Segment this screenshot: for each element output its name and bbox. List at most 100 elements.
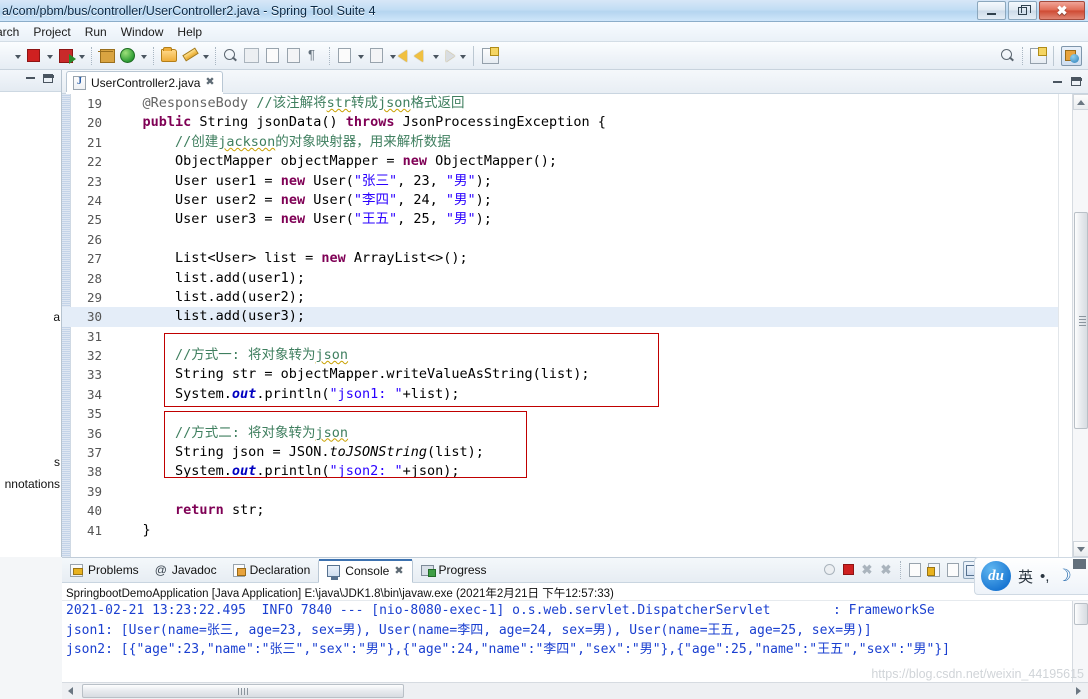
baidu-ime-bar[interactable]: du 英 •, ☽: [974, 557, 1088, 595]
tab-console[interactable]: Console ✖: [318, 559, 413, 583]
menu-item-run[interactable]: Run: [78, 23, 114, 41]
minimize-editor-icon[interactable]: [1053, 81, 1062, 83]
remove-all-launches-icon[interactable]: ✖: [877, 561, 895, 579]
editor-tab-usercontroller2[interactable]: UserController2.java ✖: [66, 71, 223, 94]
menu-item-project[interactable]: Project: [26, 23, 77, 41]
code-line[interactable]: 31: [62, 327, 1088, 346]
remove-launch-icon[interactable]: ✖: [858, 561, 876, 579]
code-line[interactable]: 39: [62, 482, 1088, 501]
maximize-editor-icon[interactable]: [1071, 77, 1082, 86]
stop-icon[interactable]: [25, 47, 42, 64]
chevron-down-icon[interactable]: [201, 48, 210, 64]
document-icon[interactable]: [285, 47, 302, 64]
word-wrap-icon[interactable]: [944, 561, 962, 579]
code-editor[interactable]: 19 @ResponseBody //该注解将str转成json格式返回 20 p…: [62, 94, 1088, 557]
code-line[interactable]: 24 User user2 = new User("李四", 24, "男");: [62, 191, 1088, 210]
export-icon[interactable]: [264, 47, 281, 64]
code-line[interactable]: 23 User user1 = new User("张三", 23, "男");: [62, 172, 1088, 191]
scroll-down-icon[interactable]: [1073, 541, 1088, 557]
ime-punctuation-mode[interactable]: •,: [1040, 568, 1049, 585]
close-icon[interactable]: ✖: [205, 77, 214, 88]
scroll-right-icon[interactable]: [1070, 684, 1086, 699]
ime-language-mode[interactable]: 英: [1018, 566, 1033, 587]
tab-problems[interactable]: Problems: [62, 558, 147, 582]
spring-perspective-icon[interactable]: [1061, 45, 1082, 66]
search-icon[interactable]: [999, 47, 1016, 64]
code-line[interactable]: 20 public String jsonData() throws JsonP…: [62, 113, 1088, 132]
scrollbar-thumb[interactable]: [1074, 212, 1088, 429]
chevron-down-icon[interactable]: [139, 48, 148, 64]
code-line[interactable]: 35: [62, 404, 1088, 423]
code-line[interactable]: 25 User user3 = new User("王五", 25, "男");: [62, 210, 1088, 229]
code-line[interactable]: 29 list.add(user2);: [62, 288, 1088, 307]
terminate-all-icon[interactable]: [820, 561, 838, 579]
code-token: public: [142, 114, 192, 131]
scrollbar-thumb[interactable]: [82, 684, 404, 698]
search-marker-icon[interactable]: [222, 47, 239, 64]
partial-icon[interactable]: [2, 47, 10, 64]
code-line[interactable]: 33 String str = objectMapper.writeValueA…: [62, 365, 1088, 384]
code-line[interactable]: 40 return str;: [62, 501, 1088, 520]
code-line[interactable]: 27 List<User> list = new ArrayList<>();: [62, 249, 1088, 268]
code-line[interactable]: 21 //创建jackson的对象映射器，用来解析数据: [62, 133, 1088, 152]
new-package-icon[interactable]: [98, 47, 115, 64]
edit-pen-icon[interactable]: [181, 47, 198, 64]
chevron-down-icon[interactable]: [356, 48, 365, 64]
chevron-down-icon[interactable]: [431, 48, 440, 64]
chevron-down-icon[interactable]: [13, 48, 22, 64]
code-line[interactable]: 19 @ResponseBody //该注解将str转成json格式返回: [62, 94, 1088, 113]
scroll-lock-icon[interactable]: [925, 561, 943, 579]
code-line[interactable]: 36 //方式二: 将对象转为json: [62, 424, 1088, 443]
code-line[interactable]: 30 list.add(user3);: [62, 307, 1088, 327]
open-folder-icon[interactable]: [160, 47, 177, 64]
clear-console-icon[interactable]: [906, 561, 924, 579]
menu-item-window[interactable]: Window: [114, 23, 171, 41]
tree-item-fragment[interactable]: a: [53, 310, 60, 324]
chevron-down-icon[interactable]: [77, 48, 86, 64]
new-perspective-icon[interactable]: [1029, 47, 1047, 64]
code-line[interactable]: 38 System.out.println("json2: "+json);: [62, 462, 1088, 481]
menu-item-search[interactable]: arch: [0, 23, 26, 41]
ime-close-icon[interactable]: [1073, 559, 1086, 569]
code-line[interactable]: 41 }: [62, 521, 1088, 540]
editor-vertical-scrollbar[interactable]: [1072, 94, 1088, 557]
source-code[interactable]: 19 @ResponseBody //该注解将str转成json格式返回 20 p…: [62, 94, 1088, 557]
run-icon[interactable]: [57, 47, 76, 64]
maximize-view-icon[interactable]: [43, 74, 54, 83]
scrollbar-thumb[interactable]: [1074, 603, 1088, 625]
eraser-icon[interactable]: [243, 47, 260, 64]
code-line[interactable]: 26: [62, 230, 1088, 249]
close-button[interactable]: ✖: [1039, 1, 1085, 20]
new-editor-icon[interactable]: [481, 47, 499, 64]
tree-item-fragment[interactable]: nnotations: [5, 477, 60, 491]
refresh-icon[interactable]: [119, 47, 136, 64]
back-arrow-icon[interactable]: [414, 49, 430, 63]
ime-moon-icon[interactable]: ☽: [1056, 566, 1071, 586]
minimize-view-icon[interactable]: [26, 77, 35, 79]
scroll-left-icon[interactable]: [62, 684, 78, 699]
terminate-icon[interactable]: [839, 561, 857, 579]
up-file-icon[interactable]: [368, 47, 385, 64]
chevron-down-icon[interactable]: [45, 48, 54, 64]
code-line[interactable]: 32 //方式一: 将对象转为json: [62, 346, 1088, 365]
pilcrow-icon[interactable]: ¶: [306, 47, 323, 64]
tab-javadoc[interactable]: @ Javadoc: [147, 558, 225, 582]
tab-progress[interactable]: Progress: [413, 558, 495, 582]
scroll-up-icon[interactable]: [1073, 94, 1088, 110]
tab-declaration[interactable]: Declaration: [225, 558, 319, 582]
code-line[interactable]: 37 String json = JSON.toJSONString(list)…: [62, 443, 1088, 462]
code-line[interactable]: 28 list.add(user1);: [62, 269, 1088, 288]
code-line[interactable]: 34 System.out.println("json1: "+list);: [62, 385, 1088, 404]
back-with-star-icon[interactable]: [398, 49, 414, 63]
close-icon[interactable]: ✖: [394, 565, 403, 577]
tree-item-fragment[interactable]: s: [54, 455, 60, 469]
chevron-down-icon[interactable]: [458, 48, 467, 64]
chevron-down-icon[interactable]: [388, 48, 397, 64]
minimize-button[interactable]: [977, 1, 1006, 20]
horizontal-scrollbar[interactable]: [62, 682, 1088, 699]
menu-item-help[interactable]: Help: [170, 23, 209, 41]
down-to-file-icon[interactable]: [336, 47, 353, 64]
code-line[interactable]: 22 ObjectMapper objectMapper = new Objec…: [62, 152, 1088, 171]
forward-arrow-icon[interactable]: [441, 49, 457, 63]
restore-button[interactable]: [1008, 1, 1037, 20]
